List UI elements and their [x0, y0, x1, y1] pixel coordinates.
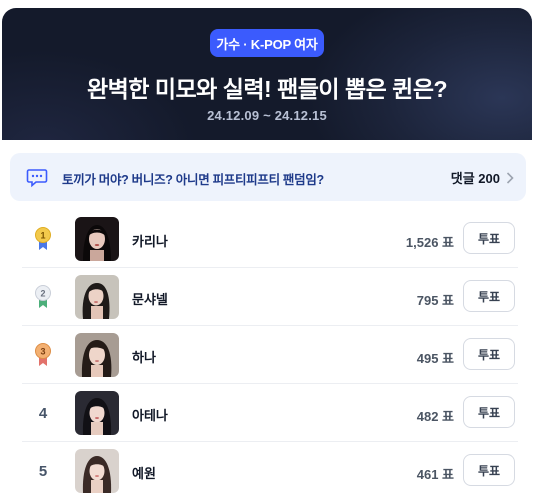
svg-text:3: 3 [40, 347, 45, 357]
rank-number: 4 [38, 404, 48, 422]
avatar[interactable] [75, 275, 119, 319]
chat-bubble-icon [26, 169, 48, 188]
rank-3: 3 [26, 326, 60, 384]
vote-count: 461 표 [416, 467, 454, 482]
vote-card: 가수 · K-POP 여자 완벽한 미모와 실력! 팬들이 뽑은 퀸은? 24.… [2, 8, 532, 494]
artist-name: 카리나 [132, 234, 168, 249]
vote-count: 495 표 [416, 351, 454, 366]
chevron-right-icon [506, 171, 514, 184]
banner-question: 토끼가 머야? 버니즈? 아니면 피프티피프티 팬덤임? [62, 173, 324, 187]
artist-name: 아테나 [132, 408, 168, 423]
date-range: 24.12.09 ~ 24.12.15 [207, 108, 327, 123]
vote-count: 795 표 [416, 293, 454, 308]
avatar[interactable] [75, 217, 119, 261]
artist-name: 하나 [132, 350, 156, 365]
vote-button[interactable]: 투표 [463, 280, 515, 312]
vote-button[interactable]: 투표 [463, 222, 515, 254]
vote-button[interactable]: 투표 [463, 454, 515, 486]
vote-button[interactable]: 투표 [463, 338, 515, 370]
hero-header: 가수 · K-POP 여자 완벽한 미모와 실력! 팬들이 뽑은 퀸은? 24.… [2, 8, 532, 140]
page-title: 완벽한 미모와 실력! 팬들이 뽑은 퀸은? [86, 76, 448, 102]
rank-5: 5 [26, 442, 60, 494]
silver-medal-icon: 2 [35, 285, 51, 308]
vote-count: 482 표 [416, 409, 454, 424]
rank-4: 4 [26, 384, 60, 442]
ranking-row-1: 1 카리나 1,526 표 투표 [2, 210, 532, 268]
ranking-list: 1 카리나 1,526 표 투표 2 문샤넬 795 표 투표 3 하나 495… [2, 210, 532, 494]
bronze-medal-icon: 3 [35, 343, 51, 366]
avatar[interactable] [75, 333, 119, 377]
gold-medal-icon: 1 [35, 227, 51, 250]
ranking-row-4: 4 아테나 482 표 투표 [2, 384, 532, 442]
rank-number: 5 [38, 462, 48, 480]
svg-text:2: 2 [40, 289, 45, 299]
ranking-row-5: 5 예원 461 표 투표 [2, 442, 532, 494]
artist-name: 예원 [132, 466, 156, 481]
rank-1: 1 [26, 210, 60, 268]
vote-button[interactable]: 투표 [463, 396, 515, 428]
ranking-row-3: 3 하나 495 표 투표 [2, 326, 532, 384]
comments-link[interactable]: 댓글 200 [451, 168, 514, 187]
category-badge[interactable]: 가수 · K-POP 여자 [210, 29, 324, 57]
vote-count: 1,526 표 [405, 235, 454, 250]
artist-name: 문샤넬 [132, 292, 168, 307]
ranking-row-2: 2 문샤넬 795 표 투표 [2, 268, 532, 326]
comments-banner[interactable]: 토끼가 머야? 버니즈? 아니면 피프티피프티 팬덤임? 댓글 200 [10, 153, 526, 201]
svg-text:1: 1 [40, 231, 45, 241]
rank-2: 2 [26, 268, 60, 326]
avatar[interactable] [75, 391, 119, 435]
comments-count: 댓글 200 [450, 171, 500, 186]
avatar[interactable] [75, 449, 119, 493]
